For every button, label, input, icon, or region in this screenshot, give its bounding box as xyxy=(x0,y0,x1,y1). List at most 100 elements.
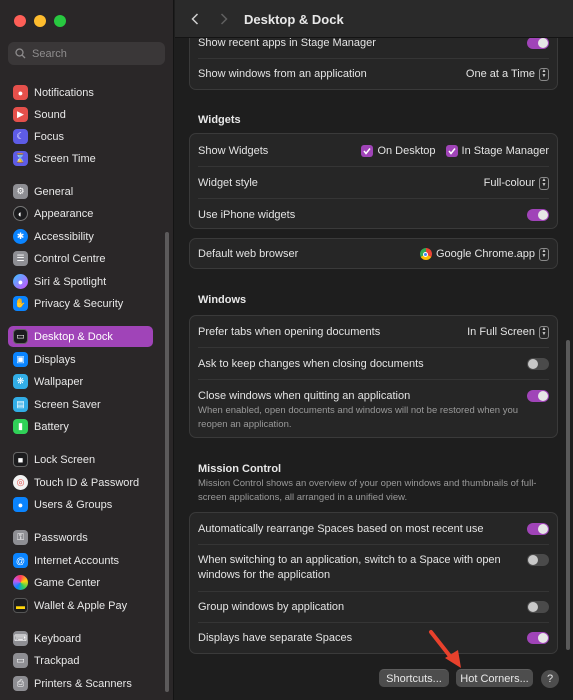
sidebar-item-screen-saver[interactable]: ▤ Screen Saver xyxy=(8,394,153,415)
close-windows-toggle[interactable] xyxy=(527,390,549,402)
prefer-tabs-popup[interactable]: In Full Screen ▲ ▼ xyxy=(467,325,549,339)
divider xyxy=(198,347,549,348)
search-field[interactable]: Search xyxy=(8,42,165,65)
sidebar-item-wallet[interactable]: ▬ Wallet & Apple Pay xyxy=(8,595,153,616)
dock-icon: ▭ xyxy=(13,329,28,344)
sidebar-item-siri-spotlight[interactable]: ● Siri & Spotlight xyxy=(8,271,153,292)
switch-space-toggle[interactable] xyxy=(527,554,549,566)
hot-corners-button[interactable]: Hot Corners... xyxy=(456,669,533,687)
sidebar-item-printers-scanners[interactable]: ⎙ Printers & Scanners xyxy=(8,673,153,694)
search-placeholder: Search xyxy=(32,47,67,60)
divider xyxy=(198,544,549,545)
sidebar-item-wallpaper[interactable]: ❋ Wallpaper xyxy=(8,371,153,392)
trackpad-icon: ▭ xyxy=(13,653,28,668)
gear-icon: ⚙ xyxy=(13,184,28,199)
minimize-button[interactable] xyxy=(34,15,46,27)
zoom-button[interactable] xyxy=(54,15,66,27)
divider xyxy=(198,379,549,380)
mission-control-panel: Automatically rearrange Spaces based on … xyxy=(189,512,558,654)
shortcuts-button[interactable]: Shortcuts... xyxy=(379,669,449,687)
sidebar-item-sound[interactable]: ▶ Sound xyxy=(8,104,153,125)
sidebar-item-keyboard[interactable]: ⌨ Keyboard xyxy=(8,628,153,649)
in-stage-manager-checkbox[interactable]: In Stage Manager xyxy=(445,145,549,157)
updown-chevron-icon: ▲ ▼ xyxy=(539,247,549,261)
sidebar-item-label: Game Center xyxy=(34,576,101,589)
auto-rearrange-toggle[interactable] xyxy=(527,523,549,535)
updown-chevron-icon: ▲ ▼ xyxy=(539,176,549,190)
sidebar-item-battery[interactable]: ▮ Battery xyxy=(8,416,153,437)
sidebar-item-trackpad[interactable]: ▭ Trackpad xyxy=(8,650,153,671)
sidebar-item-touch-id[interactable]: ◎ Touch ID & Password xyxy=(8,472,153,493)
switch-space-label-line: When switching to an application, switch… xyxy=(198,554,501,566)
sidebar-scrollbar[interactable] xyxy=(165,232,169,692)
sidebar-item-label: Printers & Scanners xyxy=(34,677,132,690)
forward-button[interactable] xyxy=(216,10,232,28)
description-line: Mission Control shows an overview of you… xyxy=(198,478,537,489)
sidebar-item-control-centre[interactable]: ☰ Control Centre xyxy=(8,248,153,269)
show-widgets-options: On Desktop In Stage Manager xyxy=(361,145,549,157)
separate-spaces-toggle[interactable] xyxy=(527,632,549,644)
sidebar-item-label: Displays xyxy=(34,353,76,366)
accessibility-icon: ✱ xyxy=(13,229,28,244)
prefer-tabs-label: Prefer tabs when opening documents xyxy=(198,326,381,338)
divider xyxy=(198,622,549,623)
iphone-widgets-toggle[interactable] xyxy=(527,209,549,221)
main-scrollbar[interactable] xyxy=(566,340,570,650)
search-icon xyxy=(15,48,26,59)
sidebar-item-focus[interactable]: ☾ Focus xyxy=(8,126,153,147)
browser-panel: Default web browser Google Chrome.app ▲ ▼ xyxy=(189,238,558,269)
sidebar-item-appearance[interactable]: ◐ Appearance xyxy=(8,203,153,224)
hand-icon: ✋ xyxy=(13,296,28,311)
recent-apps-label: Show recent apps in Stage Manager xyxy=(198,37,376,49)
sidebar-item-label: Accessibility xyxy=(34,230,94,243)
speaker-icon: ▶ xyxy=(13,107,28,122)
divider xyxy=(198,198,549,199)
sidebar-item-notifications[interactable]: ● Notifications xyxy=(8,82,153,103)
sidebar-item-internet-accounts[interactable]: @ Internet Accounts xyxy=(8,550,153,571)
sidebar-item-label: Desktop & Dock xyxy=(34,330,113,343)
sidebar-item-privacy-security[interactable]: ✋ Privacy & Security xyxy=(8,293,153,314)
chevron-left-icon xyxy=(191,13,199,25)
group-windows-toggle[interactable] xyxy=(527,601,549,613)
description-line: When enabled, open documents and windows… xyxy=(198,405,519,416)
description-line: reopen an application. xyxy=(198,419,292,430)
default-browser-popup[interactable]: Google Chrome.app ▲ ▼ xyxy=(419,247,549,261)
windows-from-app-popup[interactable]: One at a Time ▲ ▼ xyxy=(466,67,549,81)
game-center-icon xyxy=(13,575,28,590)
auto-rearrange-label: Automatically rearrange Spaces based on … xyxy=(198,523,484,535)
help-button[interactable]: ? xyxy=(541,670,559,688)
sidebar-item-lock-screen[interactable]: ■ Lock Screen xyxy=(8,449,153,470)
switch-space-label: When switching to an application, switch… xyxy=(198,553,501,583)
on-desktop-checkbox[interactable]: On Desktop xyxy=(361,145,436,157)
sidebar-item-desktop-dock[interactable]: ▭ Desktop & Dock xyxy=(8,326,153,347)
sidebar-item-accessibility[interactable]: ✱ Accessibility xyxy=(8,226,153,247)
sidebar-item-screen-time[interactable]: ⌛ Screen Time xyxy=(8,148,153,169)
on-desktop-label: On Desktop xyxy=(377,145,436,157)
widget-style-label: Widget style xyxy=(198,177,258,189)
sidebar-item-passwords[interactable]: ⚿ Passwords xyxy=(8,527,153,548)
sidebar-item-label: Appearance xyxy=(34,207,94,220)
sidebar-item-users-groups[interactable]: ● Users & Groups xyxy=(8,494,153,515)
close-button[interactable] xyxy=(14,15,26,27)
ask-keep-toggle[interactable] xyxy=(527,358,549,370)
sidebar-item-game-center[interactable]: Game Center xyxy=(8,572,153,593)
recent-apps-toggle[interactable] xyxy=(527,37,549,49)
sidebar-item-label: Wallet & Apple Pay xyxy=(34,599,128,612)
moon-icon: ☾ xyxy=(13,129,28,144)
divider xyxy=(198,166,549,167)
default-browser-value: Google Chrome.app xyxy=(435,248,535,260)
wallet-icon: ▬ xyxy=(13,598,28,613)
sidebar-item-label: Wallpaper xyxy=(34,375,84,388)
sidebar-item-general[interactable]: ⚙ General xyxy=(8,181,153,202)
windows-from-app-label: Show windows from an application xyxy=(198,68,367,80)
sidebar-item-label: Siri & Spotlight xyxy=(34,275,107,288)
back-button[interactable] xyxy=(187,10,203,28)
lock-icon: ■ xyxy=(13,452,28,467)
windows-from-app-row: Show windows from an application One at … xyxy=(198,66,549,82)
hourglass-icon: ⌛ xyxy=(13,151,28,166)
sidebar-item-displays[interactable]: ▣ Displays xyxy=(8,349,153,370)
in-stage-manager-label: In Stage Manager xyxy=(461,145,549,157)
switch-space-label-line: windows for the application xyxy=(198,569,331,581)
sidebar-item-label: Lock Screen xyxy=(34,453,96,466)
widget-style-popup[interactable]: Full-colour ▲ ▼ xyxy=(484,176,549,190)
